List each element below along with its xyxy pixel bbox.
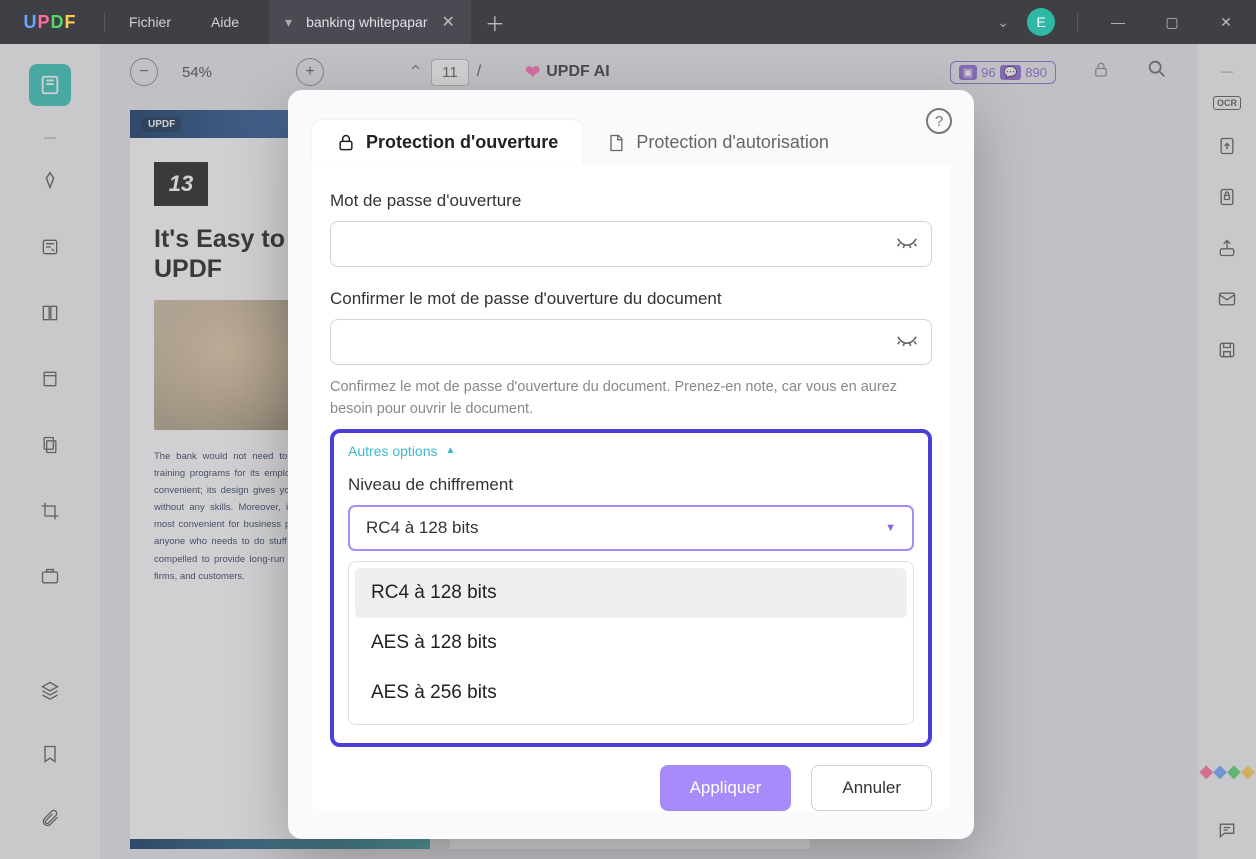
tab-perm-label: Protection d'autorisation <box>636 132 829 153</box>
tab-open-label: Protection d'ouverture <box>366 132 558 153</box>
tab-open-protection[interactable]: Protection d'ouverture <box>312 120 582 165</box>
left-toolbar: — <box>0 44 100 859</box>
annotate-tool[interactable] <box>29 226 71 268</box>
mini-logo: UPDF <box>142 117 181 132</box>
zoom-percentage[interactable]: 54% <box>182 64 212 81</box>
screenshot-tool[interactable] <box>29 556 71 598</box>
minimize-button[interactable]: ― <box>1100 14 1136 30</box>
convert-icon[interactable] <box>1217 136 1237 161</box>
encryption-select[interactable]: RC4 à 128 bits ▼ <box>348 505 914 551</box>
close-button[interactable]: ✕ <box>1208 14 1244 31</box>
encryption-options-highlight: Autres options ▲ Niveau de chiffrement R… <box>330 429 932 747</box>
search-icon[interactable] <box>1146 58 1168 86</box>
page-current[interactable]: 11 <box>431 59 469 86</box>
menu-file[interactable]: Fichier <box>109 14 191 30</box>
highlight-tool[interactable] <box>29 160 71 202</box>
copy-tool[interactable] <box>29 424 71 466</box>
zoom-out-button[interactable]: − <box>130 58 158 86</box>
eye-icon[interactable] <box>896 233 918 256</box>
ai-text: UPDF AI <box>546 63 609 81</box>
document-tab[interactable]: ▾ banking whitepapar ✕ <box>269 0 471 44</box>
save-icon[interactable] <box>1217 340 1237 365</box>
close-icon[interactable]: ✕ <box>442 12 455 32</box>
more-options-toggle[interactable]: Autres options ▲ <box>348 443 914 459</box>
user-avatar[interactable]: E <box>1027 8 1055 36</box>
stats-chip[interactable]: ▣ 96 💬 890 <box>950 61 1056 84</box>
maximize-button[interactable]: ▢ <box>1154 14 1190 31</box>
zoom-in-button[interactable]: + <box>296 58 324 86</box>
heart-icon: ❤ <box>525 62 540 83</box>
page-tool[interactable] <box>29 292 71 334</box>
form-tool[interactable] <box>29 358 71 400</box>
stat-b-icon: 💬 <box>1000 65 1022 80</box>
page-footer-bar <box>130 839 430 849</box>
attachment-tool[interactable] <box>29 797 71 839</box>
share-icon[interactable] <box>1217 238 1237 263</box>
page-navigation: ⌃ 11 / <box>408 59 481 86</box>
password-label: Mot de passe d'ouverture <box>330 191 932 211</box>
password-input[interactable] <box>330 221 932 267</box>
titlebar: UPDF Fichier Aide ▾ banking whitepapar ✕… <box>0 0 1256 44</box>
tab-permission-protection[interactable]: Protection d'autorisation <box>582 120 853 165</box>
encryption-option[interactable]: AES à 128 bits <box>355 618 907 668</box>
add-tab-button[interactable]: ＋ <box>485 8 505 37</box>
collapse-icon[interactable]: — <box>1221 64 1233 70</box>
layers-tool[interactable] <box>29 669 71 711</box>
stat-a-icon: ▣ <box>959 65 977 80</box>
ai-assistant-icon[interactable]: ◆◆◆◆ <box>1199 761 1254 782</box>
encryption-option[interactable]: AES à 256 bits <box>355 668 907 718</box>
stat-b: 890 <box>1025 65 1047 80</box>
encryption-level-label: Niveau de chiffrement <box>348 475 914 495</box>
divider <box>1077 13 1078 31</box>
avatar-initial: E <box>1036 14 1045 30</box>
reader-tool[interactable] <box>29 64 71 106</box>
stat-a: 96 <box>981 65 995 80</box>
lock-icon[interactable] <box>1092 61 1110 84</box>
triangle-up-icon: ▲ <box>446 445 456 456</box>
cancel-button[interactable]: Annuler <box>811 765 932 811</box>
right-toolbar: — OCR ◆◆◆◆ <box>1198 44 1256 859</box>
modal-actions: Appliquer Annuler <box>330 765 932 811</box>
collapse-icon[interactable]: — <box>44 130 56 136</box>
comment-icon[interactable] <box>1217 820 1237 845</box>
encryption-selected-value: RC4 à 128 bits <box>366 518 478 538</box>
confirm-password-input[interactable] <box>330 319 932 365</box>
mail-icon[interactable] <box>1217 289 1237 314</box>
confirm-password-label: Confirmer le mot de passe d'ouverture du… <box>330 289 932 309</box>
bookmark-tool[interactable] <box>29 733 71 775</box>
menu-help[interactable]: Aide <box>191 14 259 30</box>
password-helper: Confirmez le mot de passe d'ouverture du… <box>330 377 932 421</box>
apply-button[interactable]: Appliquer <box>660 765 792 811</box>
help-icon[interactable]: ? <box>926 108 952 134</box>
updf-ai-label[interactable]: ❤ UPDF AI <box>525 62 610 83</box>
page-up-icon[interactable]: ⌃ <box>408 62 423 83</box>
protect-icon[interactable] <box>1217 187 1237 212</box>
divider <box>104 13 105 31</box>
page-sep: / <box>477 63 481 81</box>
triangle-down-icon: ▼ <box>885 522 896 534</box>
encryption-option[interactable]: RC4 à 128 bits <box>355 568 907 618</box>
app-logo: UPDF <box>0 12 100 33</box>
protection-modal: ? Protection d'ouverture Protection d'au… <box>288 90 974 839</box>
dropdown-icon[interactable]: ⌄ <box>997 14 1009 31</box>
page-number-box: 13 <box>154 162 208 206</box>
encryption-dropdown: RC4 à 128 bits AES à 128 bits AES à 256 … <box>348 561 914 725</box>
tab-chevron-icon: ▾ <box>285 14 292 31</box>
tab-title: banking whitepapar <box>306 14 427 30</box>
more-options-label: Autres options <box>348 443 438 459</box>
eye-icon[interactable] <box>896 331 918 354</box>
modal-tabs: Protection d'ouverture Protection d'auto… <box>312 120 950 165</box>
ocr-button[interactable]: OCR <box>1213 96 1241 110</box>
crop-tool[interactable] <box>29 490 71 532</box>
